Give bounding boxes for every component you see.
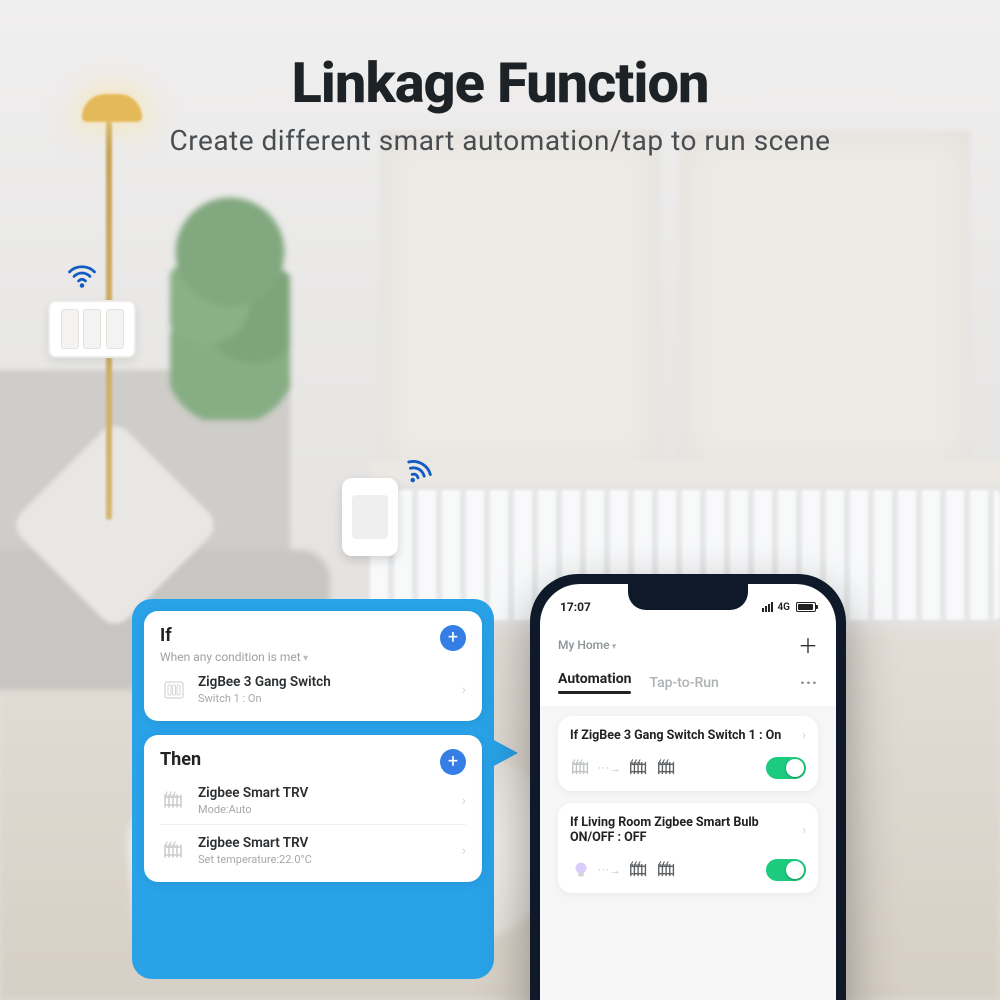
tab-automation[interactable]: Automation [558,671,631,694]
then-title: Then [160,749,201,770]
wall-switch-graphic [48,300,136,358]
radiator-icon [656,859,678,881]
headline-title: Linkage Function [0,50,1000,116]
radiator-icon [656,757,678,779]
phone-mockup: 17:07 4G My Home ＋ Automation Tap-to-Run… [530,574,846,1000]
automation-callout: If When any condition is met + ZigBee 3 … [132,599,494,979]
network-label: 4G [777,602,790,613]
radiator-icon [160,837,188,865]
chevron-right-icon: › [802,728,806,743]
signal-icon [762,602,773,612]
status-time: 17:07 [560,600,591,614]
then-item-0-subtitle: Mode:Auto [198,803,452,816]
rule-0-condition: If ZigBee 3 Gang Switch Switch 1 : On [570,728,781,743]
then-item-0-title: Zigbee Smart TRV [198,785,452,801]
radiator-icon [628,859,650,881]
add-action-button[interactable]: + [440,749,466,775]
then-action-row[interactable]: Zigbee Smart TRV Mode:Auto › [160,775,466,824]
radiator-icon [570,757,592,779]
chevron-right-icon: › [462,793,466,809]
rule-toggle[interactable] [766,757,806,779]
radiator-icon [160,787,188,815]
automation-rule[interactable]: If ZigBee 3 Gang Switch Switch 1 : On › … [558,716,818,791]
add-button[interactable]: ＋ [798,630,818,659]
arrow-icon: ···→ [598,762,622,775]
if-title: If [160,625,308,646]
chevron-right-icon: › [462,843,466,859]
more-icon[interactable]: ··· [800,673,818,692]
chevron-right-icon: › [802,823,806,838]
switch-icon [160,676,188,704]
rule-1-condition: If Living Room Zigbee Smart Bulb ON/OFF … [570,815,802,845]
automation-rule[interactable]: If Living Room Zigbee Smart Bulb ON/OFF … [558,803,818,893]
wifi-icon [60,256,104,294]
add-condition-button[interactable]: + [440,625,466,651]
if-condition-mode[interactable]: When any condition is met [160,650,308,664]
if-condition-row[interactable]: ZigBee 3 Gang Switch Switch 1 : On › [160,664,466,713]
bulb-icon [570,859,592,881]
battery-icon [796,602,816,612]
then-action-row[interactable]: Zigbee Smart TRV Set temperature:22.0°C … [160,824,466,874]
headline-subtitle: Create different smart automation/tap to… [0,124,1000,157]
trv-device-graphic [342,478,398,556]
home-dropdown[interactable]: My Home [558,638,616,652]
then-card: Then + Zigbee Smart TRV Mode:Auto › Zigb… [144,735,482,882]
chevron-right-icon: › [462,682,466,698]
then-item-1-title: Zigbee Smart TRV [198,835,452,851]
radiator-icon [628,757,650,779]
if-item-title: ZigBee 3 Gang Switch [198,674,452,690]
then-item-1-subtitle: Set temperature:22.0°C [198,853,452,866]
tab-tap-to-run[interactable]: Tap-to-Run [649,675,718,691]
if-item-subtitle: Switch 1 : On [198,692,452,705]
if-card: If When any condition is met + ZigBee 3 … [144,611,482,721]
arrow-icon: ···→ [598,864,622,877]
rule-toggle[interactable] [766,859,806,881]
